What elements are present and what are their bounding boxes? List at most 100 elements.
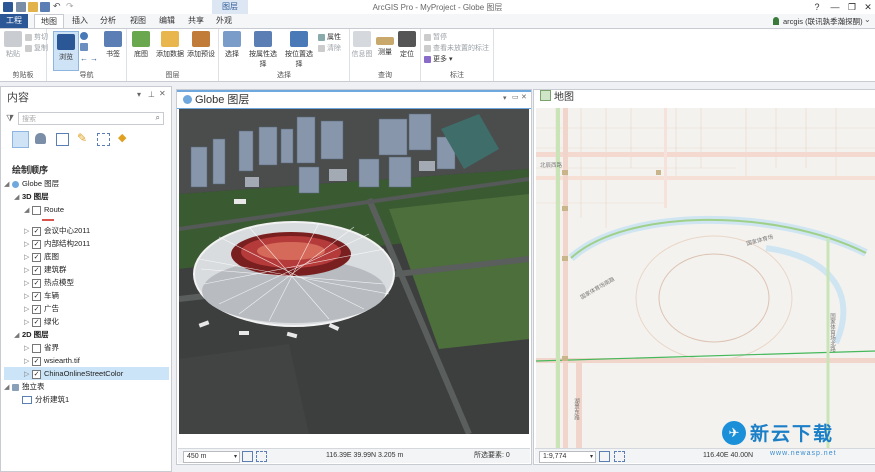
pin-icon[interactable]: ⊥ xyxy=(148,90,155,99)
globe-view-tab[interactable]: Globe 图层 xyxy=(177,90,531,109)
map-scale-combo[interactable]: 1:9,774 ▾ xyxy=(539,451,596,463)
layer-visibility-checkbox[interactable]: ✓ xyxy=(32,304,41,314)
bookmarks-button[interactable]: 书签 xyxy=(101,31,125,59)
close-view-icon[interactable]: ✕ xyxy=(521,93,527,101)
tab-project[interactable]: 工程 xyxy=(0,14,28,28)
layer-tree-item[interactable]: ▷ ✓ 底图 xyxy=(4,250,169,263)
grid-icon[interactable] xyxy=(614,451,625,462)
layer-visibility-checkbox[interactable]: ✓ xyxy=(32,369,41,379)
layer-visibility-checkbox[interactable]: ✓ xyxy=(32,239,41,249)
forward-arrow-icon[interactable]: → xyxy=(90,54,98,63)
map-view-tab[interactable]: 地图 xyxy=(534,90,875,106)
locate-button[interactable]: 定位 xyxy=(395,31,419,59)
close-button[interactable]: ✕ xyxy=(861,1,875,13)
layer-visibility-checkbox[interactable] xyxy=(32,205,41,215)
selection-view-icon[interactable] xyxy=(56,133,69,146)
minimize-button[interactable]: — xyxy=(828,1,842,13)
tab-insert[interactable]: 插入 xyxy=(66,14,94,28)
layer-visibility-checkbox[interactable]: ✓ xyxy=(32,226,41,236)
data-source-view-icon[interactable] xyxy=(35,133,46,144)
cut-button[interactable]: 剪切 xyxy=(25,33,48,42)
grid-icon[interactable] xyxy=(256,451,267,462)
tab-appearance[interactable]: 外观 xyxy=(210,14,238,28)
measure-button[interactable]: 测量 xyxy=(373,31,397,57)
tab-analysis[interactable]: 分析 xyxy=(94,14,122,28)
attributes-button[interactable]: 属性 xyxy=(318,33,341,42)
layer-visibility-checkbox[interactable] xyxy=(32,343,41,353)
layer-visibility-checkbox[interactable]: ✓ xyxy=(32,291,41,301)
full-extent-icon[interactable] xyxy=(80,32,88,40)
select-by-attributes-button[interactable]: 按属性选择 xyxy=(246,31,280,69)
search-input[interactable]: 搜索 ⌕ xyxy=(18,112,164,125)
back-arrow-icon[interactable]: ← xyxy=(80,54,88,63)
infographics-button[interactable]: 信息图 xyxy=(350,31,374,59)
more-button[interactable]: 更多 ▾ xyxy=(424,55,452,64)
editing-view-icon[interactable]: ✎ xyxy=(77,131,87,145)
layer-tree-item[interactable]: ◢ 3D 图层 xyxy=(4,190,169,203)
2d-map-canvas[interactable]: 北辰西路 国家体育场 国家体育场南路 国家体育场北路 湖景东路 xyxy=(536,108,875,452)
maximize-icon[interactable]: ▭ xyxy=(512,93,519,101)
add-preset-button[interactable]: 添加预设 xyxy=(186,31,216,59)
layer-tree-item[interactable]: ▷ ✓ wsiearth.tif xyxy=(4,354,169,367)
layer-visibility-checkbox[interactable]: ✓ xyxy=(32,265,41,275)
add-data-button[interactable]: 添加数据 xyxy=(155,31,185,59)
basemap-button[interactable]: 底图 xyxy=(129,31,153,59)
help-button[interactable]: ? xyxy=(810,1,824,13)
layer-tree-item[interactable]: ▷ ✓ 会议中心2011 xyxy=(4,224,169,237)
pane-menu-icon[interactable]: ▾ xyxy=(137,90,141,99)
fixed-zoom-icon[interactable] xyxy=(242,451,253,462)
pause-labels-button[interactable]: 暂停 xyxy=(424,33,447,42)
fixed-zoom-icon[interactable] xyxy=(599,451,610,462)
layer-tree-item[interactable]: ▷ ✓ 内部结构2011 xyxy=(4,237,169,250)
layer-tree-item[interactable]: ▷ ✓ 热点模型 xyxy=(4,276,169,289)
window-title: ArcGIS Pro - MyProject - Globe 图层 xyxy=(372,3,503,12)
road-label: 北辰西路 xyxy=(540,163,563,169)
expand-caret-icon[interactable]: ◢ xyxy=(14,329,22,342)
layer-tree-item[interactable]: ▷ ✓ 车辆 xyxy=(4,289,169,302)
close-pane-icon[interactable]: ✕ xyxy=(159,89,166,98)
table-icon xyxy=(22,396,32,405)
explore-button[interactable]: 浏览 xyxy=(53,31,79,71)
drawing-order-view-icon[interactable] xyxy=(12,131,29,148)
view-unplaced-button[interactable]: 查看未放置的标注 xyxy=(424,44,489,53)
expand-caret-icon[interactable]: ◢ xyxy=(14,191,22,204)
restore-button[interactable]: ❐ xyxy=(845,1,859,13)
layer-tree-item[interactable]: ▷ 省界 xyxy=(4,341,169,354)
pane-menu-icon[interactable]: ▾ xyxy=(503,94,507,102)
select-by-location-button[interactable]: 按位置选择 xyxy=(282,31,316,69)
layer-tree-item[interactable]: ▷ ✓ 建筑群 xyxy=(4,263,169,276)
layer-visibility-checkbox[interactable]: ✓ xyxy=(32,278,41,288)
tab-share[interactable]: 共享 xyxy=(182,14,210,28)
tab-map[interactable]: 地图 xyxy=(34,14,64,29)
user-account[interactable]: arcgis (联讯孰季瀚探酮) xyxy=(783,16,863,27)
context-tab-layer[interactable]: 图层 xyxy=(212,0,248,14)
layer-tree-item[interactable]: 分析建筑1 xyxy=(4,393,169,406)
layer-tree-item[interactable]: ◢ Route xyxy=(4,203,169,216)
copy-button[interactable]: 复制 xyxy=(25,44,48,53)
search-icon[interactable]: ⌕ xyxy=(156,113,160,123)
layer-tree-item[interactable]: ▷ ✓ ChinaOnlineStreetColor xyxy=(4,367,169,380)
layer-visibility-checkbox[interactable]: ✓ xyxy=(32,317,41,327)
clear-selection-button[interactable]: 清除 xyxy=(318,44,341,53)
layer-tree-item[interactable]: ◢ Globe 图层 xyxy=(4,177,169,190)
zoom-in-icon[interactable] xyxy=(80,43,88,51)
snapping-view-icon[interactable] xyxy=(97,133,110,146)
filter-icon[interactable]: ⧩ xyxy=(6,113,14,124)
layer-name: 3D 图层 xyxy=(22,192,49,201)
layer-tree-item[interactable]: ▷ ✓ 绿化 xyxy=(4,315,169,328)
layer-tree-item[interactable]: ▷ ✓ 广告 xyxy=(4,302,169,315)
chevron-down-icon[interactable]: ⌄ xyxy=(864,15,871,24)
3d-scene-canvas[interactable] xyxy=(179,109,529,434)
layer-tree-item[interactable]: ◢ 2D 图层 xyxy=(4,328,169,341)
tab-view[interactable]: 视图 xyxy=(124,14,152,28)
expand-caret-icon[interactable]: ◢ xyxy=(4,178,12,191)
layer-visibility-checkbox[interactable]: ✓ xyxy=(32,252,41,262)
layer-tree-item[interactable]: ◢ 独立表 xyxy=(4,380,169,393)
globe-scale-combo[interactable]: 450 m ▾ xyxy=(183,451,240,463)
paste-button[interactable]: 粘贴 xyxy=(1,31,25,59)
tab-edit[interactable]: 编辑 xyxy=(153,14,181,28)
expand-caret-icon[interactable]: ◢ xyxy=(4,381,12,394)
select-button[interactable]: 选择 xyxy=(220,31,244,59)
layer-visibility-checkbox[interactable]: ✓ xyxy=(32,356,41,366)
labeling-view-icon[interactable]: ◆ xyxy=(118,131,126,144)
